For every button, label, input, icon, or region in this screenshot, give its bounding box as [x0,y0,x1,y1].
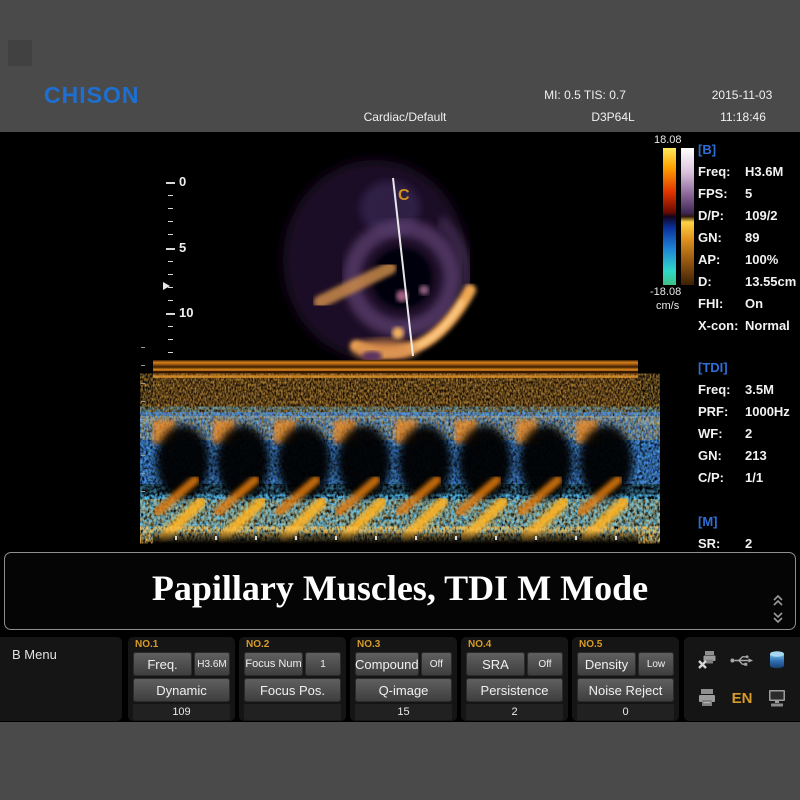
compound-state[interactable]: Off [421,652,452,676]
chison-logo: CHISON [44,82,139,109]
velocity-scale-unit: cm/s [656,300,696,312]
softkey-number: NO.1 [133,638,230,652]
ultrasound-image: C [140,150,660,556]
caption-text: Papillary Muscles, TDI M Mode [5,567,795,609]
freq-value[interactable]: H3.6M [194,652,230,676]
softkey-panel-3: NO.3 Compound Off Q-image 15 [350,637,457,721]
bottom-bezel [0,722,800,800]
softkey-panel-1: NO.1 Freq. H3.6M Dynamic 109 [128,637,235,721]
info-row: X-con:Normal [698,315,800,337]
sra-button[interactable]: SRA [466,652,525,676]
velocity-scale-max: 18.08 [654,134,694,146]
compound-button[interactable]: Compound [355,652,419,676]
info-row: AP:100% [698,249,800,271]
m-mode-title: [M] [698,511,800,533]
info-row: C/P:1/1 [698,467,800,489]
freq-button[interactable]: Freq. [133,652,192,676]
persistence-value: 2 [466,704,563,720]
info-row: PRF:1000Hz [698,401,800,423]
q-image-value: 15 [355,704,452,720]
probe-model: D3P64L [560,110,666,124]
softkey-number: NO.5 [577,638,674,652]
sra-state[interactable]: Off [527,652,563,676]
density-button[interactable]: Density [577,652,636,676]
info-row: D/P:109/2 [698,205,800,227]
softkey-panel-2: NO.2 Focus Num 1 Focus Pos. [239,637,346,721]
info-row: GN:89 [698,227,800,249]
m-mode-strip [153,351,638,544]
focus-num-button[interactable]: Focus Num [244,652,303,676]
tint-colorbar [681,148,694,285]
dynamic-value: 109 [133,704,230,720]
cursor-label: C [398,187,410,204]
q-image-button[interactable]: Q-image [355,678,452,702]
caption-scroll-up-icon[interactable] [772,595,784,608]
softkey-number: NO.4 [466,638,563,652]
tdi-info-block: [TDI] Freq:3.5M PRF:1000Hz WF:2 GN:213 C… [698,357,800,489]
info-row: WF:2 [698,423,800,445]
b-menu-panel[interactable]: B Menu [0,637,122,721]
b-mode-title: [B] [698,139,800,161]
printer-disabled-icon [695,648,719,672]
b-mode-sector [283,160,470,361]
info-row: D:13.55cm [698,271,800,293]
softkey-panel-5: NO.5 Density Low Noise Reject 0 [572,637,679,721]
printer-icon [695,686,719,710]
b-mode-info-block: [B] Freq:H3.6M FPS:5 D/P:109/2 GN:89 AP:… [698,139,800,337]
noise-reject-value: 0 [577,704,674,720]
info-row: FPS:5 [698,183,800,205]
persistence-button[interactable]: Persistence [466,678,563,702]
caption-scroll-down-icon[interactable] [772,610,784,623]
storage-icon [765,648,789,672]
b-menu-label: B Menu [0,637,122,662]
info-row: FHI:On [698,293,800,315]
network-icon [765,686,789,710]
status-icons-panel: EN [684,637,800,721]
header-dark-square [8,40,32,66]
softkey-number: NO.3 [355,638,452,652]
info-row: Freq:H3.6M [698,161,800,183]
usb-icon [730,648,754,672]
info-row: Freq:3.5M [698,379,800,401]
focus-pos-button[interactable]: Focus Pos. [244,678,341,702]
language-indicator[interactable]: EN [730,686,754,710]
time-readout: 11:18:46 [693,110,793,124]
dynamic-button[interactable]: Dynamic [133,678,230,702]
velocity-colorbar [663,148,676,285]
density-state[interactable]: Low [638,652,674,676]
date-readout: 2015-11-03 [690,88,794,102]
noise-reject-button[interactable]: Noise Reject [577,678,674,702]
velocity-scale-min: -18.08 [650,286,694,298]
focus-pos-value [244,704,341,720]
focus-num-value[interactable]: 1 [305,652,341,676]
softkey-number: NO.2 [244,638,341,652]
tdi-title: [TDI] [698,357,800,379]
focus-marker-icon[interactable] [163,282,170,290]
softkey-panel-4: NO.4 SRA Off Persistence 2 [461,637,568,721]
caption-bar: Papillary Muscles, TDI M Mode [4,552,796,630]
mi-tis-readout: MI: 0.5 TIS: 0.7 [505,88,665,102]
info-row: GN:213 [698,445,800,467]
exam-preset: Cardiac/Default [330,110,480,124]
